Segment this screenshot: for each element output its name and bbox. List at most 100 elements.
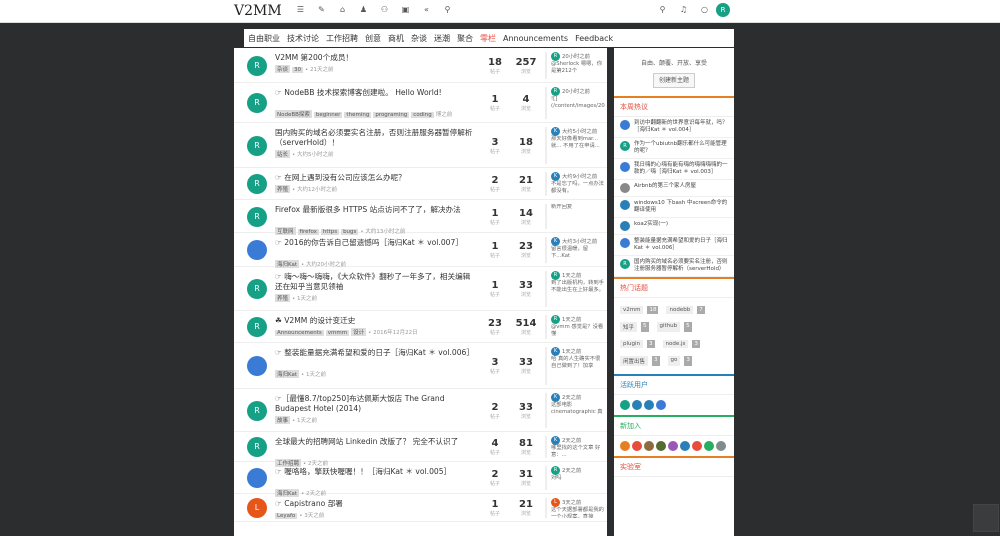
avatar[interactable]: R bbox=[247, 400, 267, 421]
topic-row[interactable]: R ☞ 在网上遇到没有公司应该怎么办呢？ 养殖 • 大约12小时之前 2 帖子 21 浏览 K 大… bbox=[234, 168, 607, 200]
new-user-avatar[interactable] bbox=[668, 441, 678, 451]
new-topic-button[interactable]: 创建新主题 bbox=[653, 73, 695, 88]
topic-tag[interactable]: NodeBB探索 bbox=[275, 110, 312, 118]
topic-tag[interactable]: 站长 bbox=[275, 150, 291, 158]
tag-chip[interactable]: node.js 3 bbox=[662, 338, 704, 350]
avatar[interactable] bbox=[247, 356, 267, 376]
hot-topic-title[interactable]: 整装能量据充满希望和爱的日子［海归Kat ＊ vol.006］ bbox=[634, 238, 728, 252]
topic-title[interactable]: ☞ 整装能量据充满希望和爱的日子［海归Kat ＊ vol.006］ bbox=[275, 348, 475, 358]
topic-title[interactable]: Firefox 最新版很多 HTTPS 站点访问不了了，解决办法 bbox=[275, 205, 475, 215]
avatar[interactable] bbox=[247, 240, 267, 260]
avatar[interactable]: R bbox=[247, 55, 267, 76]
last-reply[interactable]: R 2天之前 对吗 bbox=[545, 466, 605, 490]
topic-title[interactable]: ☞ 喔咯咯，擎跃快喔喔！！［海归Kat ＊ vol.005］ bbox=[275, 467, 475, 477]
last-reply[interactable]: L 3天之前 这个天据部署都是我的一个小规案，直接 bbox=[545, 498, 605, 518]
last-reply[interactable]: K 大约3小时之前 留言很温暖，留下...Kat bbox=[545, 237, 605, 263]
topic-title[interactable]: ☞ 2016的你告诉自己留遗憾吗［海归Kat ＊ vol.007］ bbox=[275, 238, 475, 248]
hot-topic-title[interactable]: 我日嗨的心嗨有能有嗨的嗨嗨嗨嗨的一款的／嗨［海归Kat ＊ vol.003］ bbox=[634, 162, 728, 176]
topic-row[interactable]: R Firefox 最新版很多 HTTPS 站点访问不了了，解决办法 互联网 fire… bbox=[234, 200, 607, 235]
category-tab[interactable]: 杂谈 bbox=[411, 33, 427, 44]
topic-tag[interactable]: 杂谈 bbox=[275, 65, 291, 73]
last-reply[interactable]: K 2天之前 这部电影 cinematographic 真 bbox=[545, 393, 605, 428]
topic-title[interactable]: ☞ 在网上遇到没有公司应该怎么办呢？ bbox=[275, 173, 475, 183]
topic-row[interactable]: R 全球最大的招聘网站 Linkedin 改版了？ 完全不认识了 工作招聘 • 2天之… bbox=[234, 432, 607, 467]
topic-tag[interactable]: Announcements bbox=[275, 330, 324, 336]
last-reply[interactable]: K 2天之前 哪里找的这个文章 好意：... bbox=[545, 436, 605, 458]
topic-row[interactable]: R ☞ NodeBB 技术探索博客创建啦。 Hello World! NodeBB探… bbox=[234, 83, 607, 123]
last-reply-avatar[interactable]: K bbox=[551, 436, 560, 445]
last-reply-avatar[interactable]: R bbox=[551, 271, 560, 280]
hot-topic[interactable]: R 作为一个ubiutnb翻乐都什么可能管理的呢？ bbox=[614, 138, 734, 159]
topic-row[interactable]: R V2MM 第200个成员！ 杂谈 30 • 21天之前 18 帖子 257 浏览 R 20小时之… bbox=[234, 48, 607, 83]
hot-topic[interactable]: koa2实现(一) bbox=[614, 218, 734, 235]
last-reply[interactable]: R 20小时之前 @Sherlock 嗯嗯，你是第212个 bbox=[545, 52, 605, 79]
topic-tag[interactable]: 30 bbox=[292, 67, 304, 73]
tags-icon[interactable]: ⌂ bbox=[332, 5, 353, 14]
hot-topic-title[interactable]: windows10 下bash 中screen命令的翻译使用 bbox=[634, 200, 728, 214]
last-reply[interactable]: 新开回复 bbox=[545, 204, 605, 229]
category-tab[interactable]: Feedback bbox=[575, 34, 613, 43]
topic-row[interactable]: R ☞［最懂8.7/top250]布达佩斯大饭店 The Grand Budape… bbox=[234, 389, 607, 432]
user-icon[interactable]: ♟ bbox=[353, 5, 374, 14]
category-tab[interactable]: Announcements bbox=[503, 34, 568, 43]
category-tab[interactable]: 商机 bbox=[388, 33, 404, 44]
pencil-icon[interactable]: ✎ bbox=[311, 5, 332, 14]
active-user-avatar[interactable] bbox=[644, 400, 654, 410]
topic-title[interactable]: V2MM 第200个成员！ bbox=[275, 53, 475, 63]
new-user-avatar[interactable] bbox=[716, 441, 726, 451]
topic-row[interactable]: ☞ 2016的你告诉自己留遗憾吗［海归Kat ＊ vol.007］ 海归Kat • … bbox=[234, 233, 607, 268]
tag-chip[interactable]: github 5 bbox=[656, 320, 696, 334]
topic-tag[interactable]: theming bbox=[344, 112, 372, 118]
hot-topic-title[interactable]: koa2实现(一) bbox=[634, 221, 668, 228]
tag-chip[interactable]: 闲置出售 3 bbox=[620, 354, 664, 368]
tag-chip[interactable]: 知乎 5 bbox=[620, 320, 653, 334]
topic-title[interactable]: ☘ V2MM 的设计变迁史 bbox=[275, 316, 475, 326]
scroll-top-button[interactable] bbox=[973, 504, 999, 532]
new-user-avatar[interactable] bbox=[644, 441, 654, 451]
topic-tag[interactable]: 海归Kat bbox=[275, 370, 300, 378]
tag-chip[interactable]: go 3 bbox=[667, 354, 696, 368]
topic-tag[interactable]: 养殖 bbox=[275, 294, 291, 302]
category-tab[interactable]: 工作招聘 bbox=[326, 33, 358, 44]
new-user-avatar[interactable] bbox=[656, 441, 666, 451]
topic-row[interactable]: R ☘ V2MM 的设计变迁史 Announcements vmmm 设计 • 2016年… bbox=[234, 311, 607, 343]
last-reply-avatar[interactable]: R bbox=[551, 466, 560, 475]
last-reply[interactable]: R 20小时之前 ![](/content/images/20... bbox=[545, 87, 605, 119]
category-tab[interactable]: 创意 bbox=[365, 33, 381, 44]
active-user-avatar[interactable] bbox=[632, 400, 642, 410]
last-reply-avatar[interactable]: R bbox=[551, 52, 560, 61]
last-reply[interactable]: R 1天之前 @vmm 感觉是？没看懂 bbox=[545, 315, 605, 339]
last-reply[interactable]: K 大约5小时之前 那天好像看到mar...就... 不用了在申请... bbox=[545, 127, 605, 164]
groups-icon[interactable]: ⚇ bbox=[374, 5, 395, 14]
last-reply-avatar[interactable]: K bbox=[551, 347, 560, 356]
new-user-avatar[interactable] bbox=[680, 441, 690, 451]
hot-topic[interactable]: 整装能量据充满希望和爱的日子［海归Kat ＊ vol.006］ bbox=[614, 235, 734, 256]
topic-tag[interactable]: programing bbox=[373, 112, 410, 118]
last-reply[interactable]: R 1天之前 到了出版机构，转到手不能出生在上好最多。 bbox=[545, 271, 605, 307]
active-user-avatar[interactable] bbox=[656, 400, 666, 410]
topic-tag[interactable]: 养殖 bbox=[275, 185, 291, 193]
hot-topic[interactable]: Airbnb的第三个家人房屋 bbox=[614, 180, 734, 197]
new-user-avatar[interactable] bbox=[692, 441, 702, 451]
avatar[interactable]: R bbox=[247, 206, 267, 227]
site-logo[interactable]: V2MM bbox=[234, 3, 282, 19]
avatar[interactable]: R bbox=[247, 279, 267, 299]
topic-tag[interactable]: coding bbox=[411, 112, 434, 118]
tag-chip[interactable]: nodebb 7 bbox=[666, 304, 708, 316]
hot-topic[interactable]: R 国内购买的域名必须要实名注册，否则注册服务器暂停解析（serverHold） bbox=[614, 256, 734, 277]
topic-title[interactable]: ☞ Capistrano 部署 bbox=[275, 499, 475, 509]
topic-title[interactable]: ☞ 嗨～嗨～嗨嗨，《大众软件》翻秒了一年多了，相关编辑还在知乎当意见领袖 bbox=[275, 272, 475, 292]
last-reply-avatar[interactable]: R bbox=[551, 315, 560, 324]
avatar[interactable]: R bbox=[247, 93, 267, 113]
topic-tag[interactable]: 故事 bbox=[275, 416, 291, 424]
category-tab[interactable]: 技术讨论 bbox=[287, 33, 319, 44]
topic-row[interactable]: ☞ 喔咯咯，擎跃快喔喔！！［海归Kat ＊ vol.005］ 海归Kat • 2天之… bbox=[234, 462, 607, 497]
last-reply[interactable]: K 大约9小时之前 不是忘了吗，一点办法都没有。 bbox=[545, 172, 605, 196]
category-tab[interactable]: 聚合 bbox=[457, 33, 473, 44]
hot-topic-title[interactable]: Airbnb的第三个家人房屋 bbox=[634, 183, 696, 190]
chat-icon[interactable]: ○ bbox=[694, 5, 715, 14]
tag-chip[interactable]: plugin 3 bbox=[620, 338, 659, 350]
backward-icon[interactable]: « bbox=[416, 5, 437, 14]
last-reply-avatar[interactable]: L bbox=[551, 498, 560, 507]
avatar[interactable]: R bbox=[247, 437, 267, 457]
